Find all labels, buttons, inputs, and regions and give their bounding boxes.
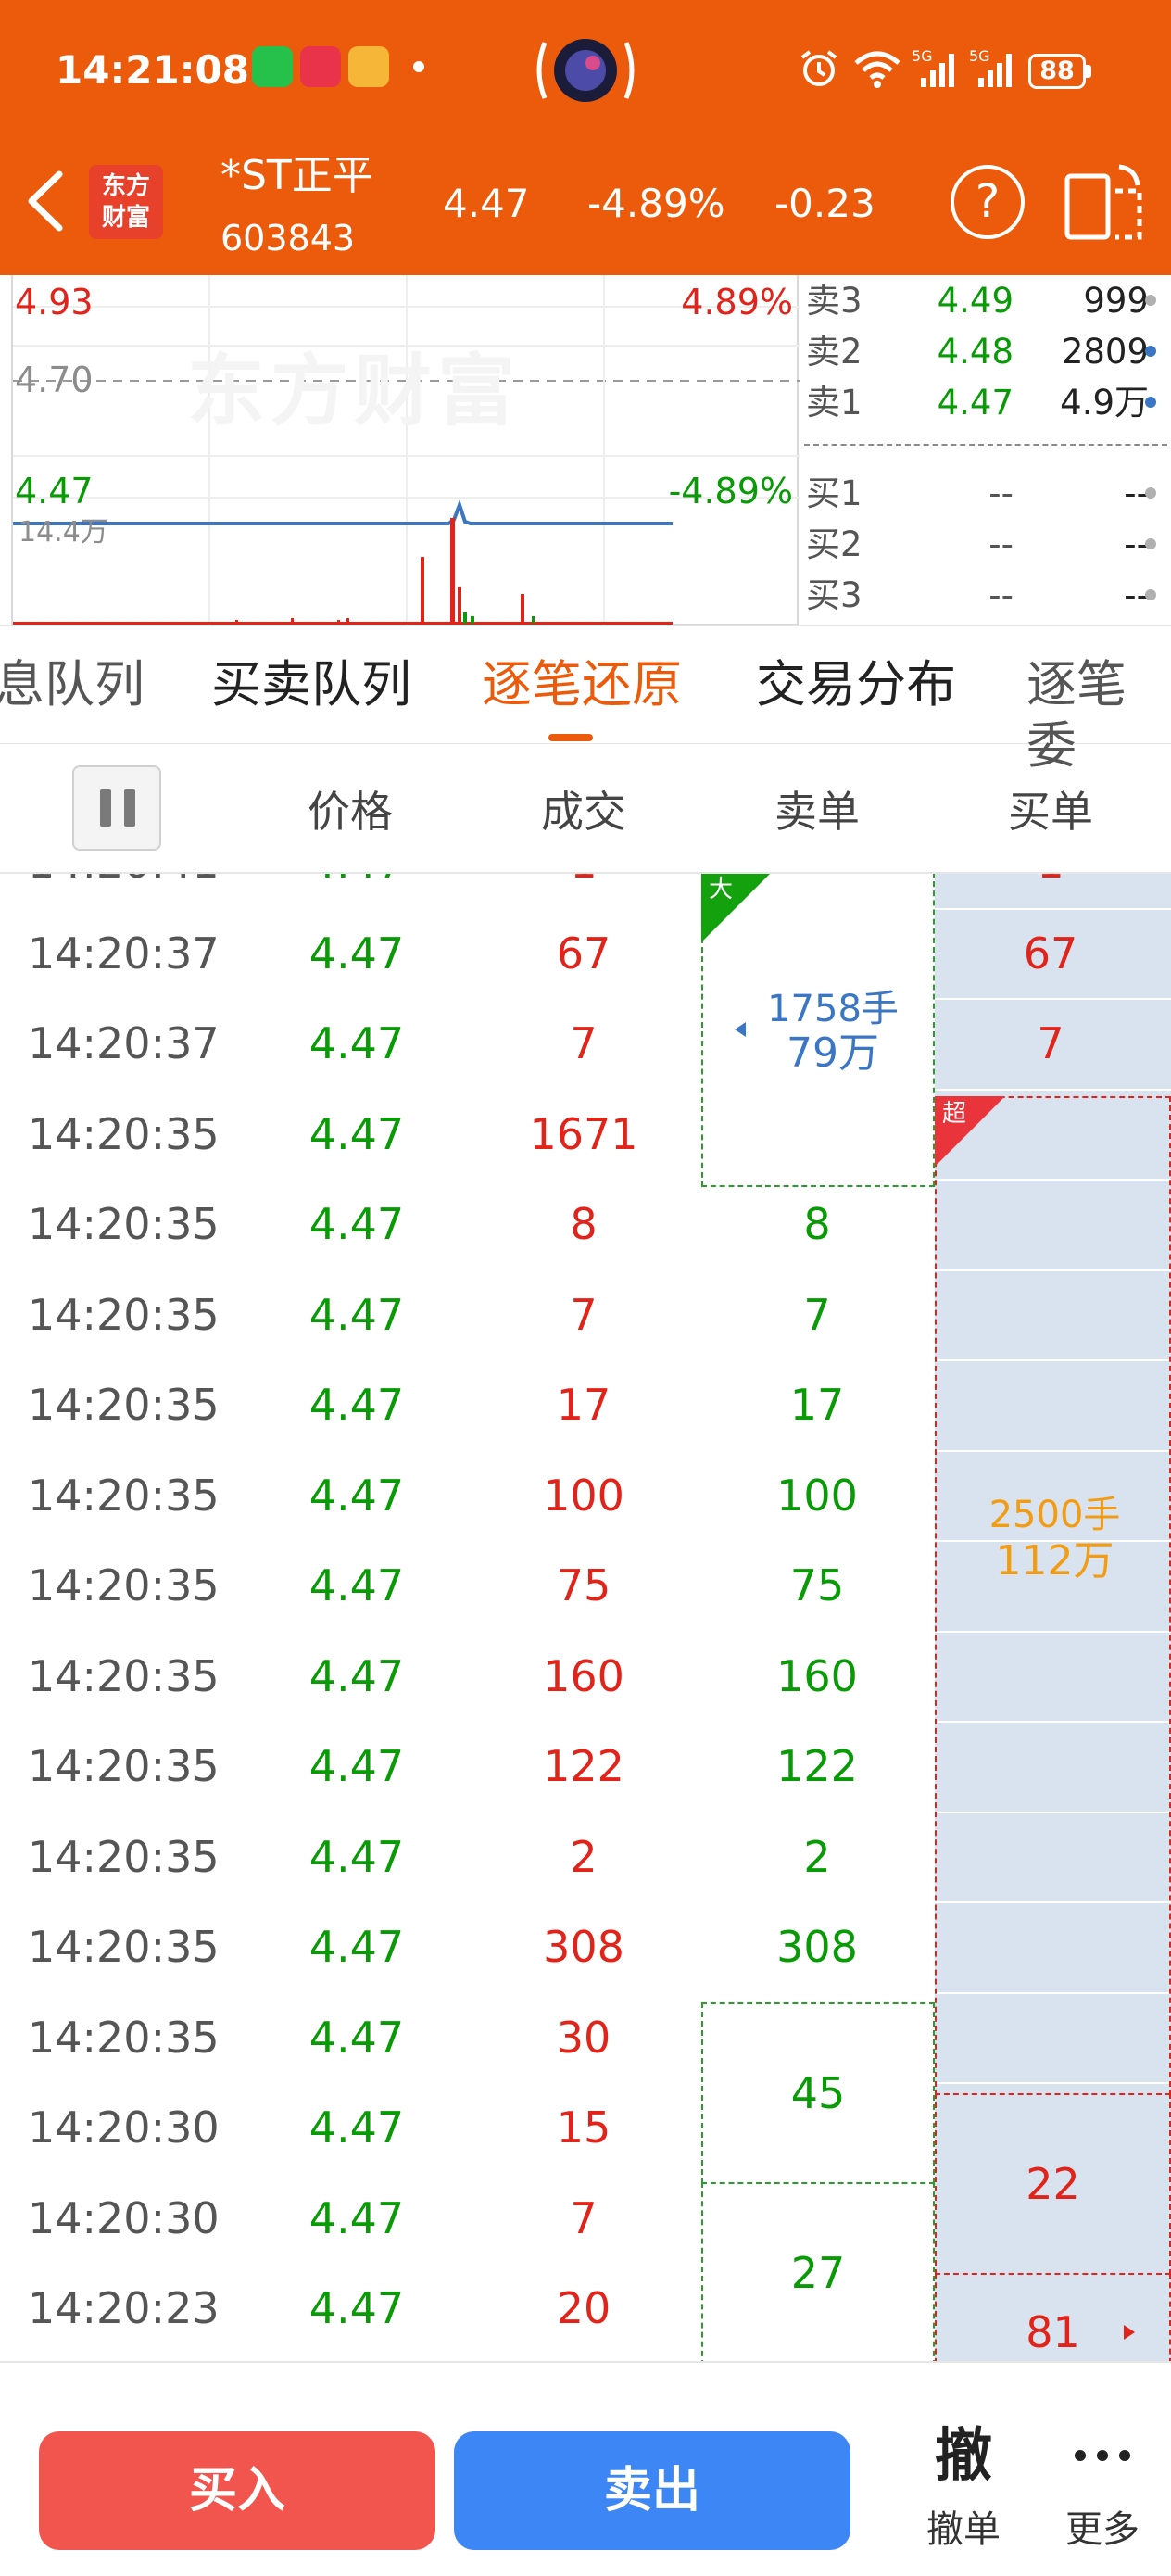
big-order-tag: 大 bbox=[709, 876, 734, 903]
wifi-icon bbox=[852, 50, 902, 93]
more-notifications-icon bbox=[413, 61, 424, 72]
rotate-screen-icon[interactable] bbox=[1064, 163, 1145, 243]
stock-change: -0.23 bbox=[774, 181, 875, 226]
logo-text-1: 东方 bbox=[101, 172, 150, 200]
order-book-label: 买3 bbox=[806, 575, 863, 615]
order-book-dot-icon bbox=[1145, 538, 1156, 549]
order-book-dot-icon bbox=[1145, 346, 1156, 357]
order-book-dot-icon bbox=[1145, 397, 1156, 408]
order-book-label: 卖3 bbox=[806, 281, 863, 321]
signal-5g-icon: 5G bbox=[912, 46, 960, 93]
buy-button[interactable]: 买入 bbox=[39, 2431, 435, 2550]
svg-text:5G: 5G bbox=[912, 47, 933, 65]
expand-left-icon bbox=[735, 1022, 746, 1037]
active-tab-indicator bbox=[548, 734, 593, 741]
tab-message-queue[interactable]: 息队列 bbox=[0, 654, 145, 715]
col-volume: 成交 bbox=[541, 787, 626, 837]
buy-group-81[interactable]: 81 bbox=[935, 2273, 1171, 2361]
order-book-label: 卖1 bbox=[806, 383, 863, 423]
tab-bid-ask-queue[interactable]: 买卖队列 bbox=[211, 654, 411, 715]
stock-name: *ST正平 bbox=[220, 152, 373, 199]
order-book-row[interactable]: 买1 -- -- bbox=[804, 468, 1171, 519]
stock-change-pct: -4.89% bbox=[587, 181, 725, 226]
back-icon[interactable] bbox=[24, 169, 67, 234]
order-book-dot-icon bbox=[1145, 295, 1156, 306]
big-sell-amount: 79万 bbox=[787, 1029, 879, 1077]
order-book-divider bbox=[804, 444, 1167, 446]
chart-prev-close: 4.70 bbox=[15, 360, 94, 400]
app-logo: 东方 财富 bbox=[89, 165, 163, 239]
big-sell-order-box[interactable]: 大 1758手 79万 bbox=[701, 874, 935, 1187]
order-book-label: 卖2 bbox=[806, 332, 863, 372]
tab-trade-distribution[interactable]: 交易分布 bbox=[756, 654, 956, 715]
super-order-tag: 超 bbox=[942, 1100, 967, 1128]
chart-low-price: 4.47 bbox=[15, 471, 94, 511]
help-icon[interactable]: ? bbox=[951, 165, 1025, 239]
cancel-order-icon[interactable]: 撤 bbox=[926, 2418, 1001, 2493]
order-book-row[interactable]: 买3 -- -- bbox=[804, 570, 1171, 621]
order-book-dot-icon bbox=[1145, 487, 1156, 499]
dynamic-island-icon bbox=[532, 33, 639, 107]
order-book-volume: 2809 bbox=[1061, 332, 1149, 372]
order-book-row[interactable]: 卖2 4.48 2809 bbox=[804, 326, 1171, 377]
stock-price: 4.47 bbox=[443, 181, 530, 226]
col-buy: 买单 bbox=[1008, 787, 1093, 837]
order-book-volume: -- bbox=[1124, 524, 1149, 564]
chart-high-price: 4.93 bbox=[15, 282, 94, 322]
intraday-chart[interactable]: 东方财富 4.93 4.89% 4.70 4.47 -4.89% 14.4万 bbox=[11, 275, 800, 625]
order-book: 卖3 4.49 999 卖2 4.48 2809 卖1 4.47 4.9万买1 -- -- 买2 -- -… bbox=[804, 275, 1171, 625]
order-book-price: 4.49 bbox=[937, 281, 1014, 321]
top-header: 14:21:08 5G 5G 88 东方 财富 *ST正平 603843 4.4… bbox=[0, 0, 1171, 275]
svg-text:5G: 5G bbox=[969, 47, 990, 65]
sell-button[interactable]: 卖出 bbox=[454, 2431, 850, 2550]
chart-low-pct: -4.89% bbox=[668, 471, 793, 511]
signal-5g-icon-2: 5G bbox=[969, 46, 1017, 93]
cancel-order-label[interactable]: 撤单 bbox=[913, 2504, 1014, 2556]
sell-group-27[interactable]: 27 bbox=[701, 2182, 935, 2361]
wechat-icon bbox=[252, 46, 293, 87]
order-book-row[interactable]: 卖1 4.47 4.9万 bbox=[804, 377, 1171, 428]
order-book-row[interactable]: 买2 -- -- bbox=[804, 519, 1171, 570]
order-book-price: 4.48 bbox=[937, 332, 1014, 372]
buy-group-22[interactable]: 22 bbox=[935, 2093, 1171, 2275]
sell-group-27-value: 27 bbox=[790, 2248, 846, 2298]
tab-tick-restore[interactable]: 逐笔还原 bbox=[482, 654, 682, 715]
order-book-volume: 4.9万 bbox=[1060, 383, 1149, 423]
order-book-volume: 999 bbox=[1083, 281, 1149, 321]
col-sell: 卖单 bbox=[774, 787, 860, 837]
order-book-dot-icon bbox=[1145, 589, 1156, 600]
sell-group-45[interactable]: 45 bbox=[701, 2002, 935, 2184]
battery-tip bbox=[1086, 65, 1091, 78]
order-book-price: -- bbox=[988, 524, 1014, 564]
stock-code: 603843 bbox=[220, 218, 356, 259]
order-book-volume: -- bbox=[1124, 474, 1149, 513]
status-time: 14:21:08 bbox=[56, 47, 249, 93]
more-icon[interactable] bbox=[1065, 2428, 1140, 2483]
pause-icon[interactable] bbox=[72, 765, 161, 851]
logo-text-2: 财富 bbox=[101, 204, 150, 232]
col-price: 价格 bbox=[308, 787, 393, 837]
chart-high-pct: 4.89% bbox=[681, 282, 793, 322]
order-groups: 大 1758手 79万 超 2500手 112万 45 27 22 81 bbox=[0, 874, 1171, 2361]
tab-bar: 息队列 买卖队列 逐笔还原 交易分布 逐笔委 bbox=[0, 625, 1171, 775]
sell-group-45-value: 45 bbox=[790, 2068, 846, 2118]
super-buy-amount: 112万 bbox=[995, 1537, 1114, 1585]
order-book-row[interactable]: 卖3 4.49 999 bbox=[804, 275, 1171, 326]
app-notification-icon bbox=[300, 46, 341, 87]
battery-icon: 88 bbox=[1028, 54, 1086, 89]
order-book-price: -- bbox=[988, 575, 1014, 615]
order-book-label: 买2 bbox=[806, 524, 863, 564]
expand-right-icon bbox=[1124, 2325, 1135, 2340]
order-book-label: 买1 bbox=[806, 474, 863, 513]
order-book-volume: -- bbox=[1124, 575, 1149, 615]
order-book-price: 4.47 bbox=[937, 383, 1014, 423]
video-app-icon bbox=[348, 46, 389, 87]
order-book-price: -- bbox=[988, 474, 1014, 513]
chart-watermark: 东方财富 bbox=[187, 346, 522, 436]
chart-volume-max: 14.4万 bbox=[19, 516, 108, 549]
buy-group-22-value: 22 bbox=[1026, 2159, 1080, 2209]
super-buy-lots: 2500手 bbox=[988, 1494, 1121, 1536]
alarm-icon bbox=[799, 48, 839, 93]
more-label[interactable]: 更多 bbox=[1051, 2504, 1153, 2556]
